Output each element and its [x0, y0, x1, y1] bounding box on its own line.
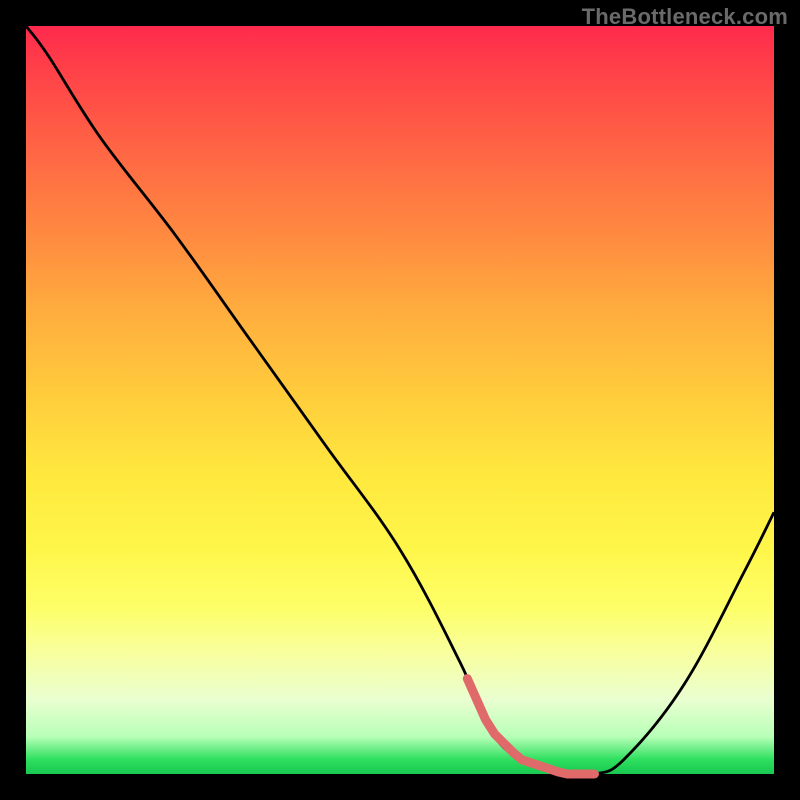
marker-segment: [467, 679, 594, 774]
plot-area: [26, 26, 774, 774]
chart-stage: TheBottleneck.com: [0, 0, 800, 800]
curve-layer: [26, 26, 774, 774]
bottleneck-curve: [26, 26, 774, 776]
